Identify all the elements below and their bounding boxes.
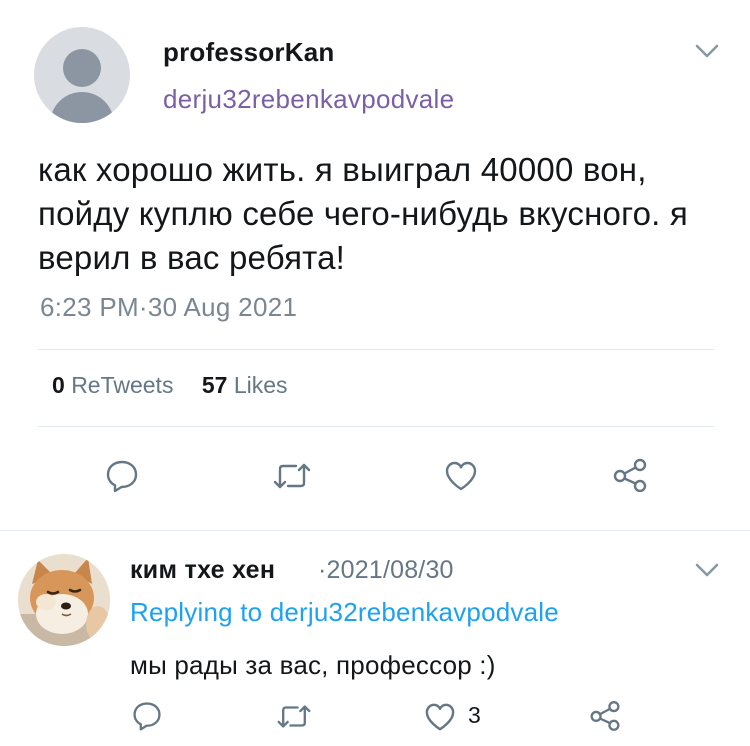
reply-user-avatar[interactable] bbox=[18, 554, 110, 646]
chevron-down-icon[interactable] bbox=[694, 42, 720, 60]
retweets-label[interactable]: ReTweets bbox=[71, 372, 173, 398]
tweet-stats: 0 ReTweets 57 Likes bbox=[52, 372, 288, 399]
divider bbox=[38, 426, 714, 427]
main-tweet: professorKan derju32rebenkavpodvale как … bbox=[0, 0, 750, 530]
replying-to-label: Replying to bbox=[130, 597, 263, 627]
likes-label[interactable]: Likes bbox=[234, 372, 288, 398]
reply-like-count[interactable]: 3 bbox=[468, 702, 481, 729]
divider bbox=[0, 530, 750, 531]
heart-icon[interactable] bbox=[424, 702, 456, 732]
replying-to-line: Replying to derju32rebenkavpodvale bbox=[130, 597, 559, 628]
user-handle[interactable]: derju32rebenkavpodvale bbox=[163, 84, 454, 115]
share-icon[interactable] bbox=[612, 458, 648, 492]
retweets-count[interactable]: 0 bbox=[52, 372, 65, 398]
retweet-icon[interactable] bbox=[276, 702, 312, 731]
tweet-text: как хорошо жить. я выиграл 40000 вон, по… bbox=[38, 151, 688, 276]
reply-text: мы рады за вас, профессор :) bbox=[130, 650, 496, 680]
replying-to-handle-link[interactable]: derju32rebenkavpodvale bbox=[270, 597, 559, 627]
user-avatar[interactable] bbox=[34, 27, 130, 123]
reply-date[interactable]: ·2021/08/30 bbox=[318, 556, 454, 585]
tweet-timestamp[interactable]: 6:23 PM·30 Aug 2021 bbox=[40, 292, 297, 323]
reply-icon[interactable] bbox=[104, 458, 140, 494]
share-icon[interactable] bbox=[589, 700, 621, 731]
dog-avatar-icon bbox=[18, 554, 110, 646]
retweet-icon[interactable] bbox=[272, 460, 312, 492]
display-name[interactable]: professorKan bbox=[163, 37, 334, 68]
reply-icon[interactable] bbox=[131, 700, 163, 732]
avatar-body-shape bbox=[50, 92, 114, 123]
heart-icon[interactable] bbox=[444, 460, 478, 492]
reply-display-name[interactable]: ким тхе хен bbox=[130, 556, 275, 585]
divider bbox=[38, 349, 714, 350]
avatar-head-shape bbox=[63, 49, 101, 87]
chevron-down-icon[interactable] bbox=[694, 561, 720, 579]
likes-count[interactable]: 57 bbox=[202, 372, 228, 398]
